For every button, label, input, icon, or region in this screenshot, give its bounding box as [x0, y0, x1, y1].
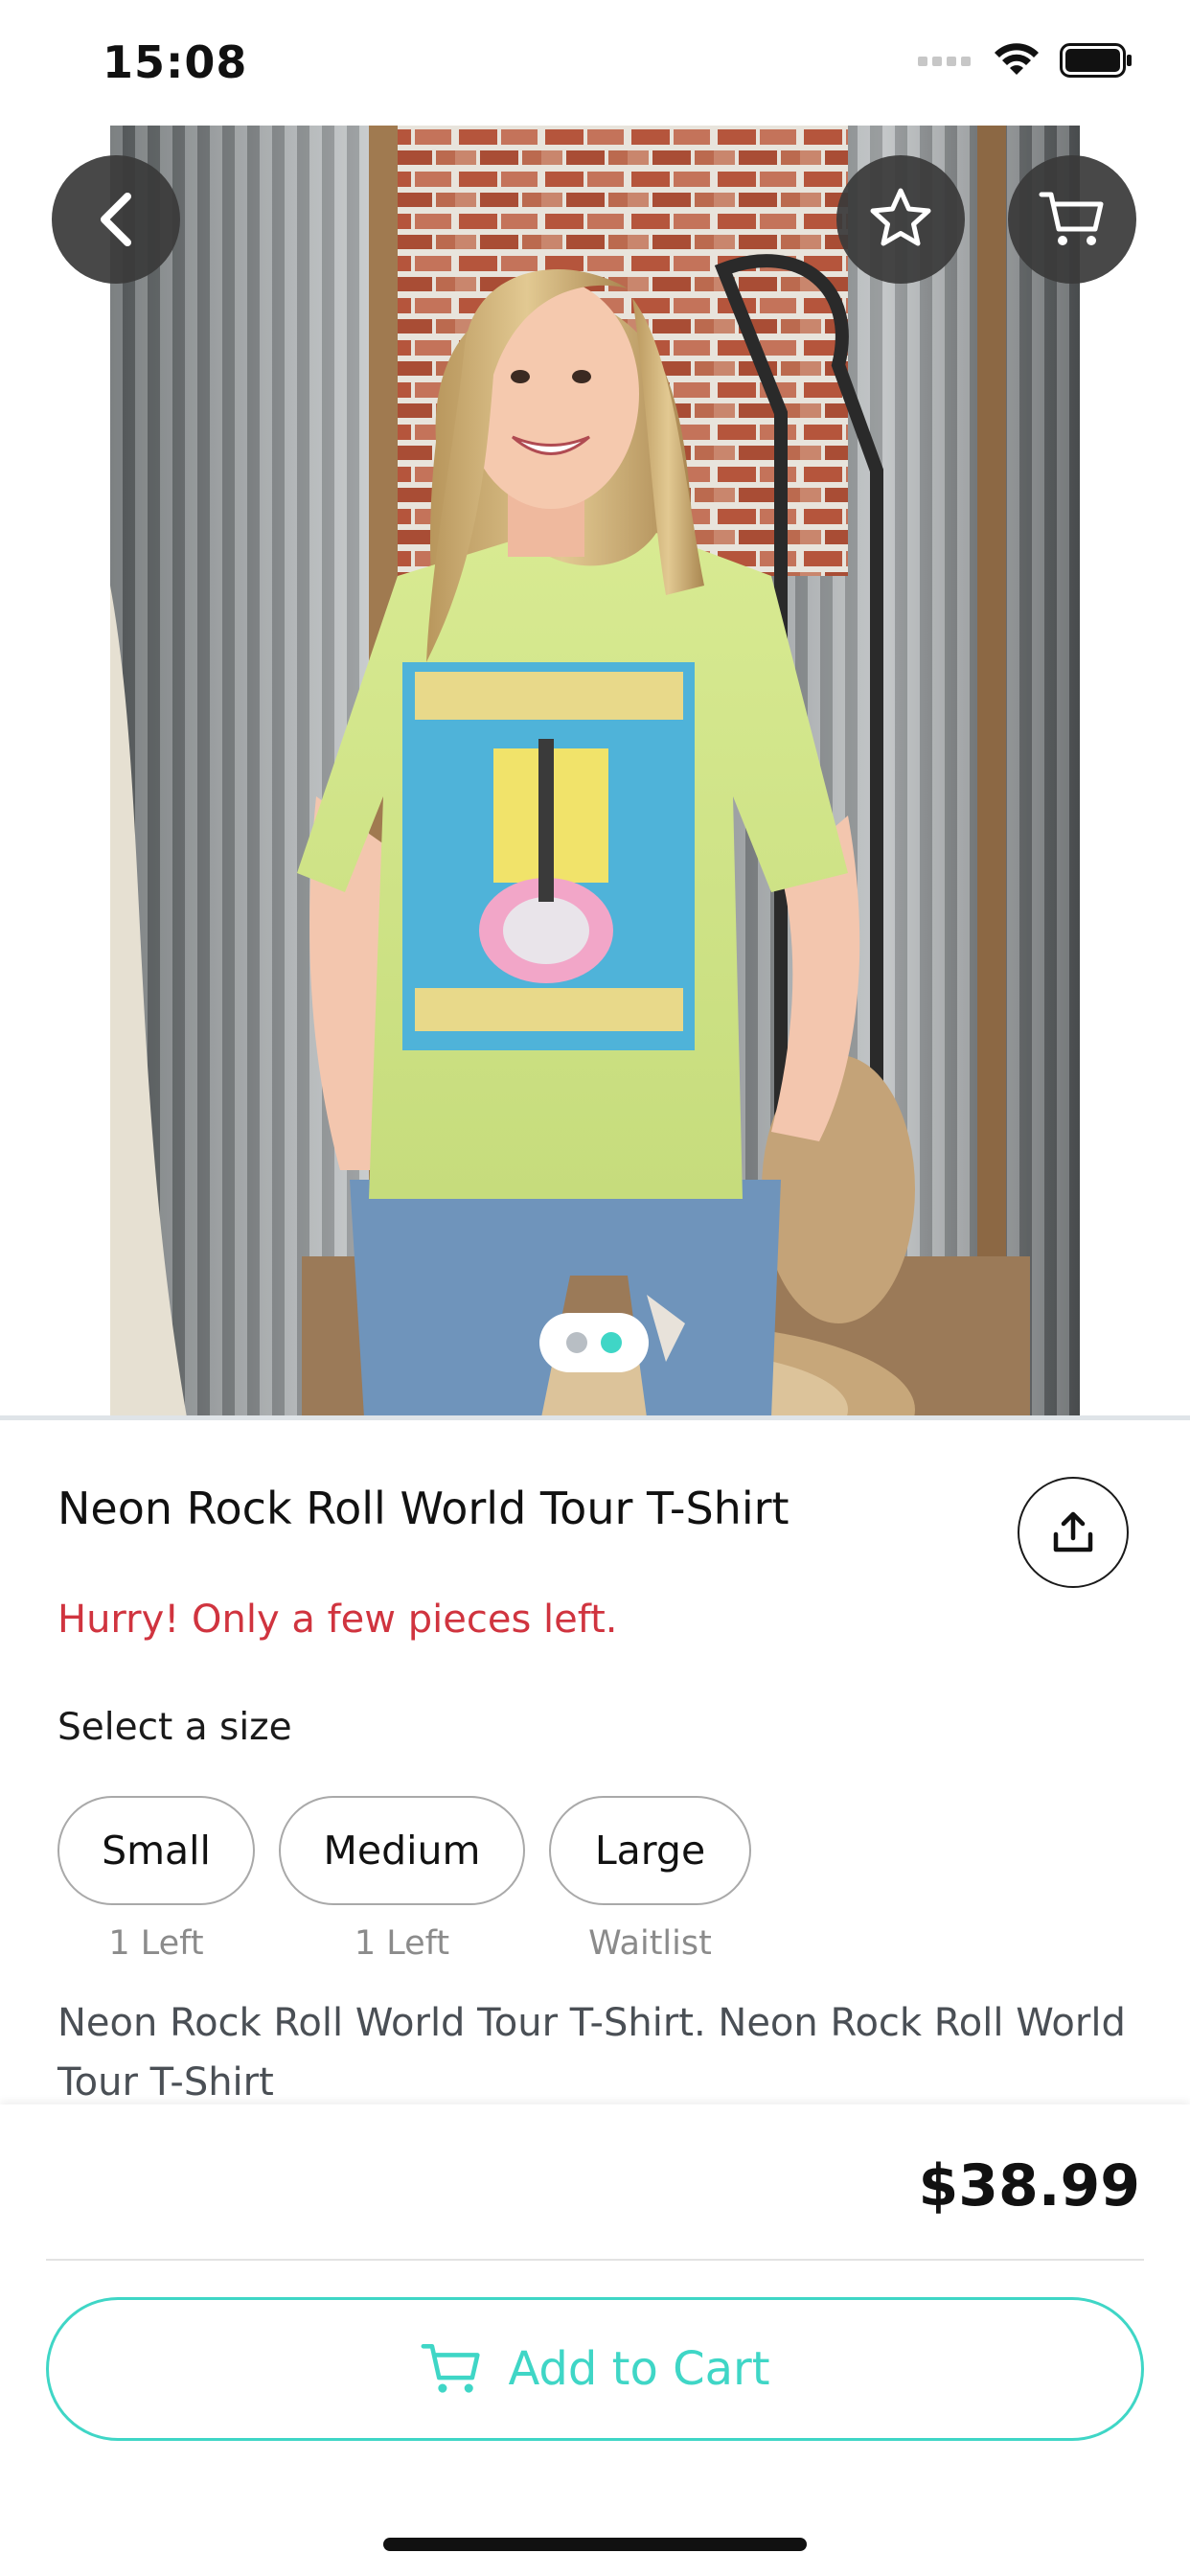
product-price: $38.99	[918, 2152, 1140, 2220]
size-option-small[interactable]: Small	[57, 1796, 255, 1905]
size-availability-small: 1 Left	[108, 1924, 204, 1963]
cart-icon	[1039, 192, 1104, 245]
size-availability-large: Waitlist	[588, 1924, 712, 1963]
stock-warning: Hurry! Only a few pieces left.	[57, 1598, 618, 1642]
product-image[interactable]	[110, 126, 1080, 1417]
image-page-indicator[interactable]	[539, 1313, 649, 1372]
cart-button[interactable]	[1008, 155, 1136, 284]
size-availability-medium: 1 Left	[354, 1924, 450, 1963]
battery-icon	[1060, 43, 1132, 78]
page-dot-2[interactable]	[601, 1332, 622, 1353]
image-divider	[0, 1415, 1190, 1420]
status-icons	[918, 42, 1133, 79]
status-time: 15:08	[103, 36, 248, 88]
cart-icon	[421, 2344, 481, 2393]
share-icon	[1053, 1511, 1093, 1552]
product-title: Neon Rock Roll World Tour T-Shirt	[57, 1483, 790, 1534]
size-prompt: Select a size	[57, 1706, 292, 1749]
product-description: Neon Rock Roll World Tour T-Shirt. Neon …	[57, 2001, 1126, 2104]
favorite-button[interactable]	[836, 155, 965, 284]
add-to-cart-label: Add to Cart	[508, 2342, 770, 2396]
page-dot-1[interactable]	[566, 1332, 587, 1353]
home-indicator[interactable]	[383, 2538, 807, 2551]
size-option-medium[interactable]: Medium	[279, 1796, 525, 1905]
size-option-large[interactable]: Large	[549, 1796, 751, 1905]
star-icon	[870, 188, 931, 246]
chevron-left-icon	[101, 193, 131, 246]
share-button[interactable]	[1018, 1477, 1129, 1588]
add-to-cart-button[interactable]: Add to Cart	[46, 2297, 1144, 2441]
wifi-icon	[995, 43, 1039, 75]
price-divider	[46, 2259, 1144, 2261]
signal-icon	[918, 57, 971, 66]
back-button[interactable]	[52, 155, 180, 284]
